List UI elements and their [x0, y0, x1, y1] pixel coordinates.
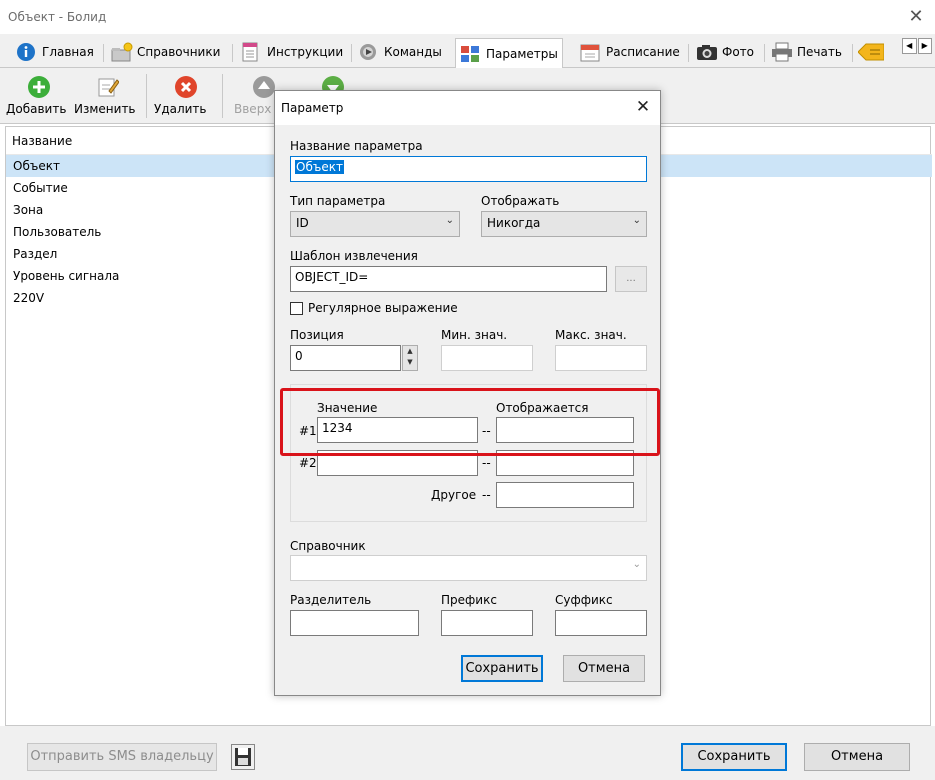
tab-strip: Главная Справочники Инструкции Команды П…: [0, 34, 935, 69]
add-button[interactable]: Добавить: [6, 72, 72, 122]
move-up-button-label: Вверх: [234, 102, 272, 116]
tab-schedule[interactable]: Расписание: [576, 38, 684, 66]
display-label: Отображать: [481, 194, 560, 208]
row2-label: #2: [299, 456, 317, 470]
tab-instructions-label: Инструкции: [267, 45, 344, 59]
tab-scroll-buttons: ◀ ▶: [902, 38, 932, 54]
other-dash: --: [482, 488, 491, 502]
dialog-close-icon[interactable]: ✕: [633, 97, 653, 117]
edit-button-label: Изменить: [74, 102, 136, 116]
bottom-bar: Отправить SMS владельцу Сохранить Отмена: [0, 726, 935, 780]
calendar-icon: [580, 42, 600, 62]
parameter-dialog: Параметр ✕ Название параметра Объект Тип…: [274, 90, 661, 696]
send-sms-button[interactable]: Отправить SMS владельцу: [27, 743, 217, 771]
suffix-field[interactable]: [555, 610, 647, 636]
param-type-select[interactable]: ID ⌄: [290, 211, 460, 237]
browse-button[interactable]: ...: [615, 266, 647, 292]
arrow-up-icon: [253, 76, 275, 98]
suffix-label: Суффикс: [555, 593, 613, 607]
tab-instructions[interactable]: Инструкции: [237, 38, 347, 66]
param-type-value: ID: [296, 216, 309, 230]
window-close-icon[interactable]: ✕: [906, 7, 926, 27]
info-icon: [16, 42, 36, 62]
param-name-value: Объект: [295, 160, 344, 174]
other-label: Другое: [431, 488, 477, 502]
delete-button[interactable]: Удалить: [154, 72, 218, 122]
dialog-titlebar: Параметр ✕: [275, 91, 660, 125]
plus-icon: [28, 76, 50, 98]
row2-dash: --: [482, 456, 491, 470]
tab-parameters[interactable]: Параметры: [455, 38, 563, 69]
dialog-cancel-button[interactable]: Отмена: [563, 655, 645, 682]
highlight-frame: [280, 388, 660, 456]
window-titlebar: Объект - Болид ✕: [0, 0, 935, 34]
min-value-field[interactable]: [441, 345, 533, 371]
min-value-label: Мин. знач.: [441, 328, 508, 342]
dialog-save-button[interactable]: Сохранить: [461, 655, 543, 682]
prefix-label: Префикс: [441, 593, 497, 607]
position-label: Позиция: [290, 328, 344, 342]
window-title: Объект - Болид: [8, 10, 107, 24]
tab-commands[interactable]: Команды: [354, 38, 446, 66]
tab-print-label: Печать: [797, 45, 842, 59]
floppy-icon[interactable]: [231, 744, 255, 770]
max-value-field[interactable]: [555, 345, 647, 371]
reference-select[interactable]: ⌄: [290, 555, 647, 581]
delete-x-icon: [175, 76, 197, 98]
camera-icon: [696, 42, 717, 62]
tag-icon[interactable]: [857, 42, 885, 65]
prefix-field[interactable]: [441, 610, 533, 636]
tab-parameters-label: Параметры: [486, 47, 558, 61]
tab-main-label: Главная: [42, 45, 94, 59]
add-button-label: Добавить: [6, 102, 67, 116]
edit-pencil-icon: [97, 76, 120, 98]
position-stepper[interactable]: ▲ ▼: [402, 345, 418, 371]
position-field[interactable]: 0: [290, 345, 401, 371]
tab-commands-label: Команды: [384, 45, 442, 59]
chevron-down-icon: ⌄: [445, 215, 454, 226]
edit-button[interactable]: Изменить: [74, 72, 142, 122]
param-name-field[interactable]: Объект: [290, 156, 647, 182]
tab-print[interactable]: Печать: [767, 38, 846, 66]
param-name-label: Название параметра: [290, 139, 423, 153]
template-field[interactable]: OBJECT_ID=: [290, 266, 607, 292]
tab-scroll-right-button[interactable]: ▶: [917, 38, 932, 54]
chevron-down-icon: ⌄: [632, 215, 641, 226]
template-label: Шаблон извлечения: [290, 249, 418, 263]
delete-button-label: Удалить: [154, 102, 207, 116]
caret-up-icon[interactable]: ▲: [403, 346, 417, 357]
gear-play-icon: [358, 42, 378, 62]
separator-label: Разделитель: [290, 593, 372, 607]
chevron-down-icon: ⌄: [632, 559, 641, 570]
tab-scroll-left-button[interactable]: ◀: [902, 38, 917, 54]
display-value: Никогда: [487, 216, 541, 230]
display-select[interactable]: Никогда ⌄: [481, 211, 647, 237]
param-type-label: Тип параметра: [290, 194, 386, 208]
tab-photo[interactable]: Фото: [692, 38, 758, 66]
grid-icon: [460, 44, 480, 64]
save-button[interactable]: Сохранить: [681, 743, 787, 771]
regex-checkbox[interactable]: [290, 302, 303, 315]
tab-main[interactable]: Главная: [12, 38, 98, 66]
printer-icon: [771, 42, 792, 62]
tab-references-label: Справочники: [137, 45, 221, 59]
other-shown-field[interactable]: [496, 482, 634, 508]
separator-field[interactable]: [290, 610, 419, 636]
tab-references[interactable]: Справочники: [107, 38, 224, 66]
cancel-button[interactable]: Отмена: [804, 743, 910, 771]
folder-star-icon: [111, 42, 133, 62]
tab-photo-label: Фото: [722, 45, 755, 59]
caret-down-icon[interactable]: ▼: [403, 357, 417, 368]
reference-label: Справочник: [290, 539, 366, 553]
document-icon: [241, 42, 261, 62]
max-value-label: Макс. знач.: [555, 328, 627, 342]
dialog-title: Параметр: [281, 101, 344, 115]
regex-label: Регулярное выражение: [308, 301, 458, 315]
tab-schedule-label: Расписание: [606, 45, 680, 59]
